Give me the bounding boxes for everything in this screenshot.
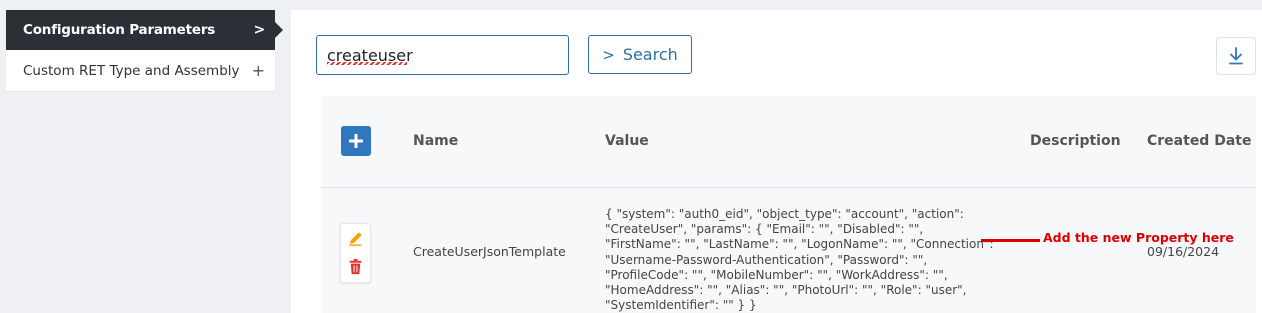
search-button-label: Search (622, 45, 678, 64)
column-header-description[interactable]: Description (1030, 133, 1121, 149)
pencil-icon[interactable] (346, 229, 365, 248)
plus-icon: + (251, 61, 265, 80)
sidebar-nav: Configuration Parameters > Custom RET Ty… (6, 10, 283, 92)
annotation-arrow (981, 239, 1040, 242)
annotation-label: Add the new Property here (1043, 230, 1234, 245)
chevron-right-icon: > (253, 22, 265, 38)
sidebar-item-label: Custom RET Type and Assembly (23, 62, 240, 79)
chevron-right-icon: > (602, 45, 615, 64)
spellcheck-underline (327, 62, 407, 65)
plus-icon (349, 134, 363, 148)
search-input[interactable] (316, 35, 569, 75)
add-row-button[interactable] (341, 126, 371, 156)
table-header: Name Value Description Created Date (321, 96, 1256, 188)
cell-value: { "system": "auth0_eid", "object_type": … (605, 207, 994, 313)
download-icon (1229, 47, 1243, 65)
search-button[interactable]: > Search (588, 35, 692, 74)
column-header-value[interactable]: Value (605, 133, 649, 149)
top-band (291, 0, 1262, 10)
table-row: CreateUserJsonTemplate { "system": "auth… (321, 188, 1256, 313)
sidebar-item-configuration-parameters[interactable]: Configuration Parameters > (6, 10, 283, 50)
download-button[interactable] (1216, 37, 1256, 75)
sidebar-item-custom-ret-type[interactable]: Custom RET Type and Assembly + (6, 50, 275, 92)
cell-name: CreateUserJsonTemplate (413, 244, 566, 259)
row-actions (340, 223, 371, 283)
trash-icon[interactable] (346, 257, 365, 276)
cell-created-date: 09/16/2024 (1147, 244, 1220, 259)
column-header-created-date[interactable]: Created Date (1147, 133, 1251, 149)
sidebar-item-label: Configuration Parameters (23, 22, 216, 38)
column-header-name[interactable]: Name (413, 133, 458, 149)
